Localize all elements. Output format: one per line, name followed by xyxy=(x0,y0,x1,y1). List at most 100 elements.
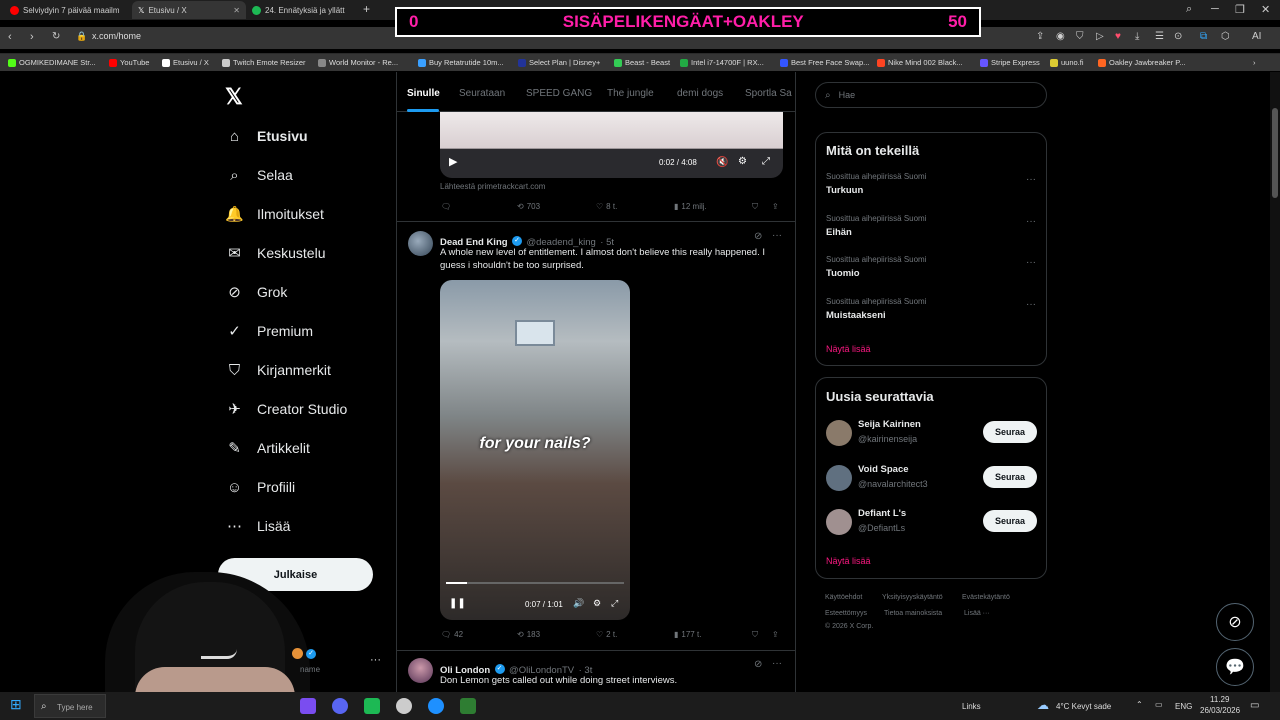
follow-handle[interactable]: @DefiantLs xyxy=(858,523,905,533)
grok-icon[interactable]: ⊘ xyxy=(754,659,762,670)
tweet-more-icon[interactable]: ··· xyxy=(772,230,782,241)
clock-date[interactable]: 26/03/2026 xyxy=(1200,706,1240,715)
retweet-button[interactable]: ⟲ 183 xyxy=(517,630,540,639)
bookmark-item[interactable]: Etusivu / X xyxy=(162,58,209,67)
nav-item-selaa[interactable]: ⌕ Selaa xyxy=(226,163,293,187)
back-icon[interactable]: ‹ xyxy=(8,31,12,43)
nav-item-ilmoitukset[interactable]: 🔔 Ilmoitukset xyxy=(225,202,324,226)
extension-icon[interactable]: ⧉ xyxy=(1200,31,1207,42)
download-icon[interactable]: ⤓ xyxy=(1135,31,1139,42)
reload-icon[interactable]: ↻ xyxy=(52,31,60,42)
trend-name[interactable]: Tuomio xyxy=(826,268,860,279)
follow-button[interactable]: Seuraa xyxy=(983,421,1037,443)
trend-more-icon[interactable]: ··· xyxy=(1026,257,1036,268)
volume-icon[interactable]: 🔊 xyxy=(573,598,584,609)
notifications-icon[interactable]: ▭ xyxy=(1250,700,1259,711)
follow-name[interactable]: Seija Kairinen xyxy=(858,419,921,430)
trend-more-icon[interactable]: ··· xyxy=(1026,299,1036,310)
video-progress-track[interactable] xyxy=(446,582,624,584)
follow-button[interactable]: Seuraa xyxy=(983,510,1037,532)
follow-show-more[interactable]: Näytä lisää xyxy=(826,556,871,566)
scrollbar-thumb[interactable] xyxy=(1272,108,1278,198)
share-icon[interactable]: ⇪ xyxy=(1036,31,1044,42)
mute-icon[interactable]: 🔇 xyxy=(716,157,728,168)
nav-item-etusivu[interactable]: ⌂ Etusivu xyxy=(226,124,308,148)
bookmark-item[interactable]: YouTube xyxy=(109,58,149,67)
nav-item-premium[interactable]: ✓ Premium xyxy=(226,319,313,343)
steam-app-icon[interactable] xyxy=(396,698,412,714)
kick-app-icon[interactable] xyxy=(460,698,476,714)
feed-tab[interactable]: demi dogs xyxy=(677,88,723,99)
nav-item-creator-studio[interactable]: ✈ Creator Studio xyxy=(226,397,347,421)
follow-handle[interactable]: @navalarchitect3 xyxy=(858,479,928,489)
bookmark-item[interactable]: Intel i7-14700F | RX... xyxy=(680,58,764,67)
nav-item-kirjanmerkit[interactable]: ⛉ Kirjanmerkit xyxy=(226,358,331,382)
forward-icon[interactable]: › xyxy=(30,31,34,43)
trends-show-more[interactable]: Näytä lisää xyxy=(826,344,871,354)
nav-item-grok[interactable]: ⊘ Grok xyxy=(226,280,287,304)
views-button[interactable]: ▮ 12 milj. xyxy=(674,202,707,211)
url-field[interactable]: x.com/home xyxy=(92,31,141,41)
settings-icon[interactable]: ⚙ xyxy=(593,598,601,609)
fullscreen-icon[interactable]: ⤢ xyxy=(611,598,618,609)
like-button[interactable]: ♡ 8 t. xyxy=(596,202,617,211)
follow-avatar[interactable] xyxy=(826,464,852,491)
feed-tab[interactable]: Seurataan xyxy=(459,88,505,99)
feed-tab[interactable]: Sinulle xyxy=(407,88,440,99)
nav-item-lisää[interactable]: ⋯ Lisää xyxy=(226,514,290,538)
new-tab-button[interactable]: + xyxy=(363,2,370,16)
bookmark-item[interactable]: Select Plan | Disney+ xyxy=(518,58,600,67)
clock-time[interactable]: 11.29 xyxy=(1210,695,1229,704)
tweet1-source[interactable]: Lähteestä primetrackcart.com xyxy=(440,182,545,191)
links-toolbar[interactable]: Links xyxy=(962,702,981,711)
views-button[interactable]: ▮ 177 t. xyxy=(674,630,701,639)
search-box[interactable]: ⌕ Hae xyxy=(815,82,1047,108)
feed-tab[interactable]: SPEED GANG xyxy=(526,88,592,99)
taskbar-search[interactable]: ⌕ Type here xyxy=(34,694,106,718)
nav-item-profiili[interactable]: ☺ Profiili xyxy=(226,475,295,499)
bookmark-item[interactable]: Buy Retatrutide 10m... xyxy=(418,58,504,67)
network-icon[interactable]: ▭ xyxy=(1155,700,1163,709)
follow-handle[interactable]: @kairinenseija xyxy=(858,434,917,444)
grok-icon[interactable]: ⊘ xyxy=(754,231,762,242)
footer-link[interactable]: Lisää ··· xyxy=(964,610,990,617)
messages-fab[interactable]: 💬 xyxy=(1216,648,1254,686)
bookmark-item[interactable]: Nike Mind 002 Black... xyxy=(877,58,963,67)
tweet2-avatar[interactable] xyxy=(408,231,433,256)
weather-text[interactable]: 4°C Kevyt sade xyxy=(1056,702,1111,711)
bookmark-item[interactable]: World Monitor - Re... xyxy=(318,58,398,67)
fullscreen-icon[interactable]: ⤢ xyxy=(762,156,770,167)
tray-up-icon[interactable]: ⌃ xyxy=(1136,700,1143,709)
trend-name[interactable]: Eihän xyxy=(826,227,852,238)
follow-name[interactable]: Defiant L's xyxy=(858,508,906,519)
follow-avatar[interactable] xyxy=(826,509,852,535)
trend-more-icon[interactable]: ··· xyxy=(1026,216,1036,227)
follow-avatar[interactable] xyxy=(826,420,852,446)
minimize-icon[interactable]: ─ xyxy=(1211,3,1219,15)
account-more-icon[interactable]: ··· xyxy=(370,654,381,666)
bookmark-item[interactable]: Stripe Express xyxy=(980,58,1040,67)
twitch-app-icon[interactable] xyxy=(300,698,316,714)
search-tabs-icon[interactable]: ⌕ xyxy=(1186,3,1192,16)
browser-tab-spotify[interactable]: 24. Ennätyksiä ja yllätt xyxy=(246,1,356,19)
discord-app-icon[interactable] xyxy=(332,698,348,714)
spotify-app-icon[interactable] xyxy=(364,698,380,714)
close-window-icon[interactable]: ✕ xyxy=(1261,3,1270,16)
trend-more-icon[interactable]: ··· xyxy=(1026,174,1036,185)
play-icon[interactable]: ▷ xyxy=(1096,31,1104,42)
tweet-more-icon[interactable]: ··· xyxy=(772,658,782,669)
close-tab-icon[interactable]: ✕ xyxy=(233,6,240,15)
grok-fab[interactable]: ⊘ xyxy=(1216,603,1254,641)
bookmarks-overflow-icon[interactable]: › xyxy=(1253,58,1256,67)
pause-icon[interactable]: ❚❚ xyxy=(449,598,466,609)
feed-tab[interactable]: Sportla Sa xyxy=(745,88,792,99)
footer-link[interactable]: Yksityisyyskäytäntö xyxy=(882,594,943,601)
reply-button[interactable]: 🗨 42 xyxy=(441,630,463,639)
tweet1-video-player[interactable]: ▶ 0:02 / 4:08 🔇 ⚙ ⤢ xyxy=(440,112,783,178)
reply-button[interactable]: 🗨 xyxy=(441,202,451,211)
share-icon[interactable]: ⇪ xyxy=(772,202,779,211)
bookmark-item[interactable]: OGMIKEDIMANE Str... xyxy=(8,58,96,67)
follow-name[interactable]: Void Space xyxy=(858,464,909,475)
bookmark-item[interactable]: Best Free Face Swap... xyxy=(780,58,869,67)
bookmark-icon[interactable]: ⛉ xyxy=(752,202,758,212)
